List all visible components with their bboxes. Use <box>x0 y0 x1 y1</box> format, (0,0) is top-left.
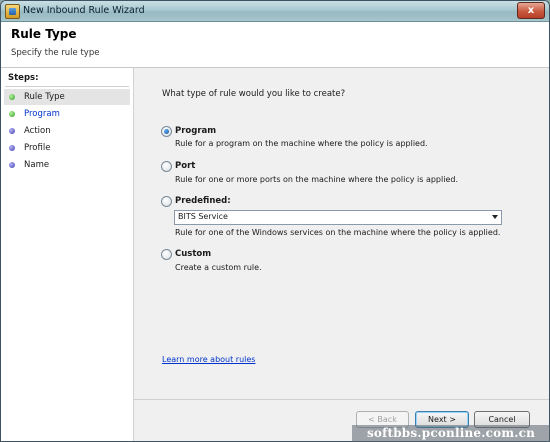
page-title: Rule Type <box>11 27 77 41</box>
step-status-icon <box>9 162 15 168</box>
wizard-window: New Inbound Rule Wizard x Rule Type Spec… <box>0 0 550 442</box>
step-label: Action <box>24 126 51 136</box>
steps-panel: Steps: Rule Type Program Action Profile … <box>1 68 134 441</box>
watermark: softbbs.pconline.com.cn <box>352 425 550 442</box>
step-label[interactable]: Program <box>24 109 60 119</box>
port-radio[interactable] <box>161 161 172 172</box>
predefined-option-label[interactable]: Predefined: <box>175 196 231 206</box>
step-label: Profile <box>24 143 51 153</box>
step-status-icon <box>9 145 15 151</box>
step-label: Name <box>24 160 50 170</box>
predefined-service-value: BITS Service <box>178 212 228 221</box>
step-status-icon <box>9 94 15 100</box>
step-profile: Profile <box>4 140 130 156</box>
predefined-radio[interactable] <box>161 196 172 207</box>
step-action: Action <box>4 123 130 139</box>
port-option-description: Rule for one or more ports on the machin… <box>175 175 458 184</box>
page-subtitle: Specify the rule type <box>11 48 100 58</box>
steps-title: Steps: <box>8 73 39 83</box>
firewall-icon <box>5 4 20 19</box>
custom-option-label[interactable]: Custom <box>175 249 211 259</box>
port-option-label[interactable]: Port <box>175 161 195 171</box>
footer-divider <box>134 399 549 400</box>
wizard-header: Rule Type Specify the rule type <box>1 22 549 68</box>
step-status-icon <box>9 128 15 134</box>
content-panel: What type of rule would you like to crea… <box>134 68 549 441</box>
learn-more-link[interactable]: Learn more about rules <box>162 355 255 364</box>
custom-radio[interactable] <box>161 249 172 260</box>
step-rule-type: Rule Type <box>4 89 130 105</box>
custom-option-description: Create a custom rule. <box>175 263 262 272</box>
program-option-label[interactable]: Program <box>175 126 216 136</box>
step-status-icon <box>9 111 15 117</box>
program-radio[interactable] <box>161 126 172 137</box>
step-label: Rule Type <box>24 92 65 102</box>
close-button[interactable]: x <box>517 2 545 19</box>
steps-divider <box>5 86 129 87</box>
title-bar[interactable]: New Inbound Rule Wizard x <box>1 1 549 22</box>
step-program[interactable]: Program <box>4 106 130 122</box>
predefined-service-select[interactable]: BITS Service <box>174 210 502 225</box>
predefined-option-description: Rule for one of the Windows services on … <box>175 228 501 237</box>
window-title: New Inbound Rule Wizard <box>23 5 145 16</box>
program-option-description: Rule for a program on the machine where … <box>175 139 428 148</box>
step-name: Name <box>4 157 130 173</box>
chevron-down-icon[interactable] <box>492 215 498 219</box>
rule-type-question: What type of rule would you like to crea… <box>162 89 346 99</box>
